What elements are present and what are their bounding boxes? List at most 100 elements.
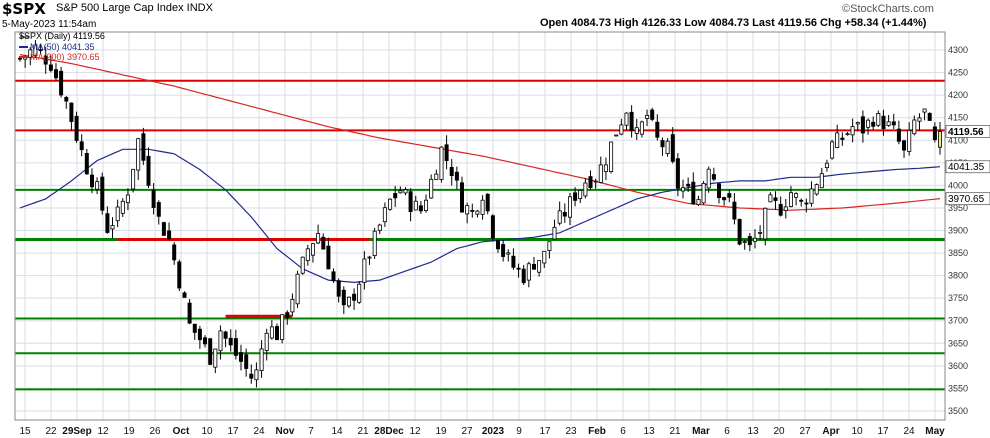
candle-body (423, 199, 428, 211)
x-tick-label: 24 (903, 426, 915, 437)
candle-body (794, 193, 799, 198)
x-tick-label: 17 (539, 426, 551, 437)
candle-body (686, 183, 691, 187)
candle-body (758, 231, 763, 234)
candle-body (902, 140, 907, 151)
candle-body (742, 241, 747, 244)
candle-body (778, 203, 783, 216)
candle-body (711, 174, 716, 180)
x-tick-label: 12 (409, 426, 421, 437)
candle-body (886, 121, 891, 126)
candle-body (110, 225, 115, 230)
candle-body (59, 70, 64, 96)
candle-body (814, 184, 819, 195)
candle-body (927, 113, 932, 121)
x-tick-label: 10 (851, 426, 863, 437)
candle-body (855, 122, 860, 125)
candle-body (156, 202, 161, 217)
candle-body (737, 218, 742, 245)
candle-body (696, 199, 701, 205)
candle-body (120, 200, 125, 214)
candle-body (490, 215, 495, 239)
candle-body (670, 134, 675, 162)
candle-body (588, 176, 593, 189)
price-label: 4041.35 (948, 162, 985, 173)
candle-body (629, 111, 634, 132)
candle-body (845, 133, 850, 136)
candlesticks (17, 40, 943, 388)
candle-body (706, 168, 711, 189)
x-tick-label: 19 (123, 426, 135, 437)
x-tick-label: 17 (877, 426, 889, 437)
candle-body (789, 192, 794, 207)
candle-body (208, 338, 213, 365)
candle-body (480, 199, 485, 215)
candle-body (285, 312, 290, 318)
candle-body (326, 245, 331, 270)
candle-body (125, 194, 130, 204)
candle-body (244, 354, 249, 369)
candle-body (932, 126, 937, 141)
candle-body (583, 182, 588, 197)
x-tick-label: 13 (643, 426, 655, 437)
candle-body (202, 337, 207, 345)
candle-body (367, 256, 372, 259)
candle-body (717, 183, 722, 199)
candle-body (850, 126, 855, 136)
candle-body (881, 115, 886, 130)
candle-body (398, 190, 403, 194)
candle-body (783, 206, 788, 211)
candle-body (362, 258, 367, 283)
candle-body (573, 192, 578, 201)
candle-body (290, 298, 295, 313)
candle-body (141, 133, 146, 161)
x-tick-label: 13 (747, 426, 759, 437)
candle-body (69, 102, 74, 122)
candle-body (568, 196, 573, 218)
candle-body (532, 263, 537, 270)
candle-body (388, 198, 393, 210)
candle-body (459, 182, 464, 213)
candle-body (891, 121, 896, 126)
candle-body (552, 226, 557, 240)
candle-body (90, 174, 95, 188)
candle-body (809, 188, 814, 204)
candle-body (768, 194, 773, 203)
candle-body (413, 200, 418, 211)
price-axis: 3500355036003650370037503800385039003950… (945, 45, 990, 416)
candle-body (454, 171, 459, 181)
candle-body (238, 352, 243, 362)
candle-body (403, 189, 408, 194)
candle-body (747, 236, 752, 246)
y-tick-label: 4150 (948, 113, 968, 123)
x-tick-label: 9 (516, 426, 522, 437)
x-tick-label: 26 (149, 426, 161, 437)
x-tick-label: 21 (357, 426, 369, 437)
candle-body (280, 314, 285, 340)
candle-body (136, 138, 141, 171)
candle-body (439, 146, 444, 180)
candle-body (773, 197, 778, 201)
chart-grid (15, 32, 945, 420)
x-tick-label: Apr (822, 426, 839, 437)
candle-body (660, 140, 665, 148)
candle-body (316, 233, 321, 244)
candle-body (593, 180, 598, 183)
candle-body (526, 263, 531, 281)
candle-body (418, 205, 423, 212)
candle-body (799, 199, 804, 202)
candle-body (382, 207, 387, 223)
candle-body (429, 178, 434, 199)
legend-ma200: MA(200) 3970.65 (30, 52, 100, 62)
candle-body (259, 348, 264, 371)
candle-body (264, 332, 269, 351)
x-tick-label: 6 (724, 426, 730, 437)
candle-body (860, 116, 865, 134)
candle-body (74, 115, 79, 141)
candle-body (866, 119, 871, 128)
x-tick-label: Oct (173, 426, 190, 437)
candle-body (192, 323, 197, 333)
price-chart: 3500355036003650370037503800385039003950… (14, 31, 990, 437)
y-tick-label: 3700 (948, 316, 968, 326)
ma200-line (19, 54, 941, 211)
